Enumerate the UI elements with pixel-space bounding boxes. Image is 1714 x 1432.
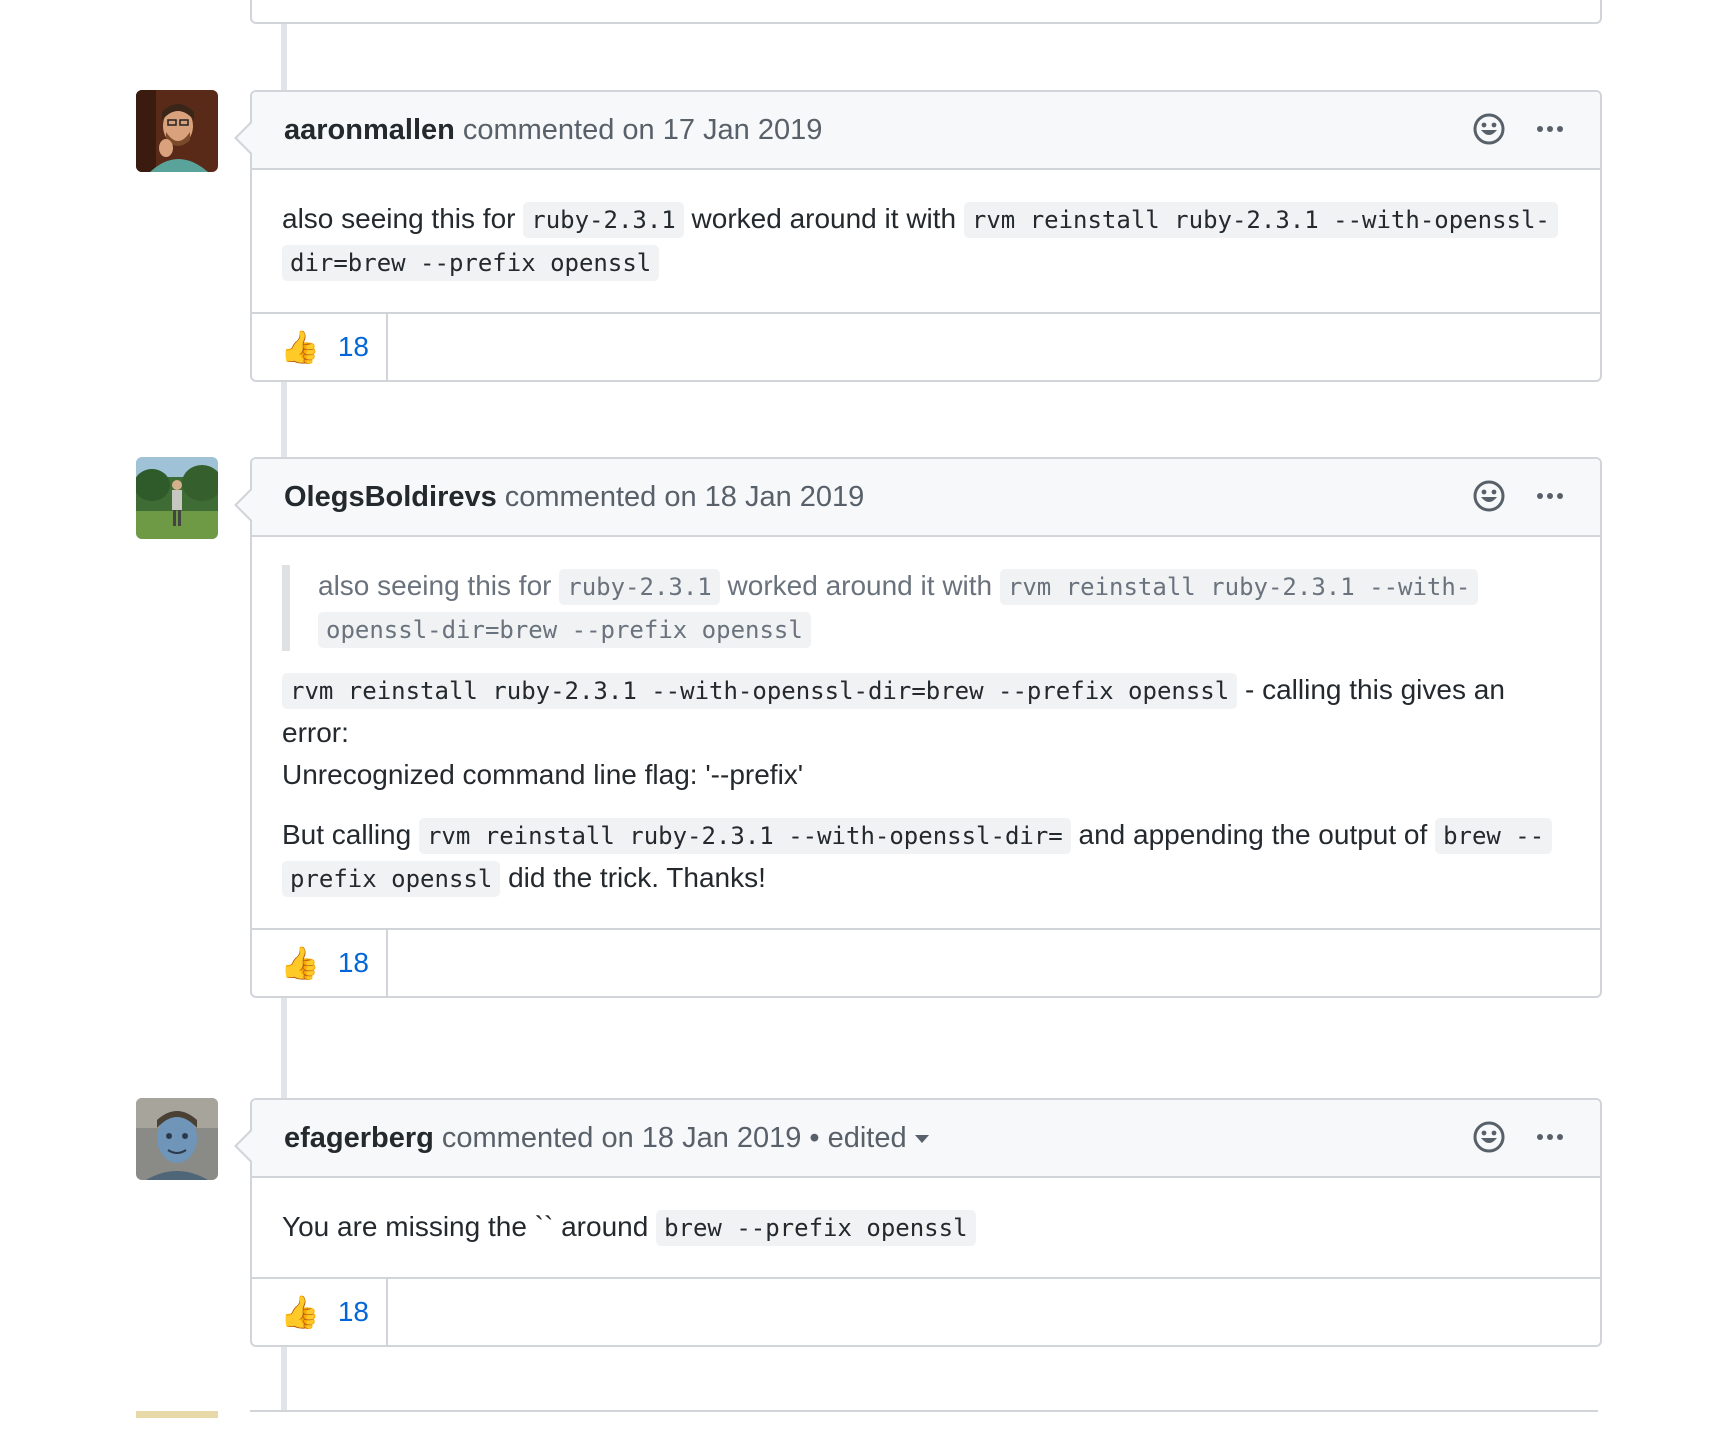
body-text: worked around it with	[691, 203, 957, 234]
inline-code: prefix openssl	[282, 861, 501, 897]
comment-header: OlegsBoldirevs commented on 18 Jan 2019	[252, 459, 1600, 537]
avatar[interactable]	[136, 457, 218, 539]
kebab-horizontal-icon[interactable]	[1536, 479, 1564, 513]
caret-down-icon	[914, 1134, 929, 1143]
body-text: also seeing this for	[282, 203, 516, 234]
comment-body: also seeing this for ruby-2.3.1 worked a…	[252, 170, 1600, 312]
inline-code: rvm reinstall ruby-2.3.1 --with-openssl-…	[282, 673, 1238, 709]
comment-box: aaronmallen commented on 17 Jan 2019 als…	[234, 90, 1602, 382]
reactions-bar: 👍 18	[252, 928, 1600, 996]
quote-text: worked around it with	[727, 570, 993, 601]
inline-code: rvm reinstall ruby-2.3.1 --with-openssl-	[963, 202, 1558, 238]
smiley-icon[interactable]	[1472, 1120, 1506, 1154]
inline-code: rvm reinstall ruby-2.3.1 --with-	[999, 569, 1479, 605]
edited-dropdown[interactable]: edited	[828, 1122, 929, 1155]
reaction-count: 18	[337, 331, 369, 362]
inline-code: brew --prefix openssl	[656, 1210, 976, 1246]
comment-author[interactable]: aaronmallen	[284, 114, 455, 147]
reaction-count: 18	[337, 1296, 369, 1327]
avatar[interactable]	[136, 1411, 218, 1418]
comment-box: OlegsBoldirevs commented on 18 Jan 2019 …	[234, 457, 1602, 998]
body-text: and appending the output of	[1078, 819, 1428, 850]
comment-body: also seeing this for ruby-2.3.1 worked a…	[252, 537, 1600, 928]
kebab-horizontal-icon[interactable]	[1536, 112, 1564, 146]
comment-actions	[1472, 479, 1564, 513]
comment-header: efagerberg commented on 18 Jan 2019 • ed…	[252, 1100, 1600, 1178]
comment-actions	[1472, 112, 1564, 146]
inline-code: dir=brew --prefix openssl	[282, 245, 660, 281]
quote-text: also seeing this for	[318, 570, 552, 601]
inline-code: brew --	[1435, 818, 1553, 854]
thumbs-up-icon: 👍	[280, 945, 320, 981]
comment-author[interactable]: OlegsBoldirevs	[284, 481, 497, 514]
reactions-bar: 👍 18	[252, 312, 1600, 380]
avatar[interactable]	[136, 1098, 218, 1180]
inline-code: openssl-dir=brew --prefix openssl	[318, 612, 811, 648]
inline-code: rvm reinstall ruby-2.3.1 --with-openssl-…	[418, 818, 1071, 854]
comment-body: You are missing the `` around brew --pre…	[252, 1178, 1600, 1277]
smiley-icon[interactable]	[1472, 112, 1506, 146]
inline-code: ruby-2.3.1	[559, 569, 720, 605]
thumbs-up-icon: 👍	[280, 1294, 320, 1330]
thumbs-up-icon: 👍	[280, 329, 320, 365]
thumbs-up-reaction[interactable]: 👍 18	[252, 930, 388, 996]
thumbs-up-reaction[interactable]: 👍 18	[252, 1279, 388, 1345]
body-text: Unrecognized command line flag: '--prefi…	[282, 759, 804, 790]
body-text: did the trick. Thanks!	[508, 862, 766, 893]
body-text: But calling	[282, 819, 412, 850]
smiley-icon[interactable]	[1472, 479, 1506, 513]
comment-header: aaronmallen commented on 17 Jan 2019	[252, 92, 1600, 170]
comment-timestamp[interactable]: commented on 18 Jan 2019	[505, 481, 865, 514]
previous-comment-box	[250, 0, 1602, 24]
edited-label: edited	[827, 1121, 907, 1154]
separator-dot: •	[809, 1121, 820, 1154]
comment-actions	[1472, 1120, 1564, 1154]
comment-timestamp[interactable]: commented on 17 Jan 2019	[463, 114, 823, 147]
thumbs-up-reaction[interactable]: 👍 18	[252, 314, 388, 380]
comment-box: efagerberg commented on 18 Jan 2019 • ed…	[234, 1098, 1602, 1347]
next-comment-box	[250, 1410, 1598, 1432]
avatar[interactable]	[136, 90, 218, 172]
kebab-horizontal-icon[interactable]	[1536, 1120, 1564, 1154]
comment-timestamp[interactable]: commented on 18 Jan 2019	[442, 1122, 802, 1155]
body-text: You are missing the `` around	[282, 1211, 649, 1242]
quote-block: also seeing this for ruby-2.3.1 worked a…	[282, 565, 1558, 651]
reactions-bar: 👍 18	[252, 1277, 1600, 1345]
comment-author[interactable]: efagerberg	[284, 1122, 434, 1155]
reaction-count: 18	[337, 947, 369, 978]
inline-code: ruby-2.3.1	[523, 202, 684, 238]
